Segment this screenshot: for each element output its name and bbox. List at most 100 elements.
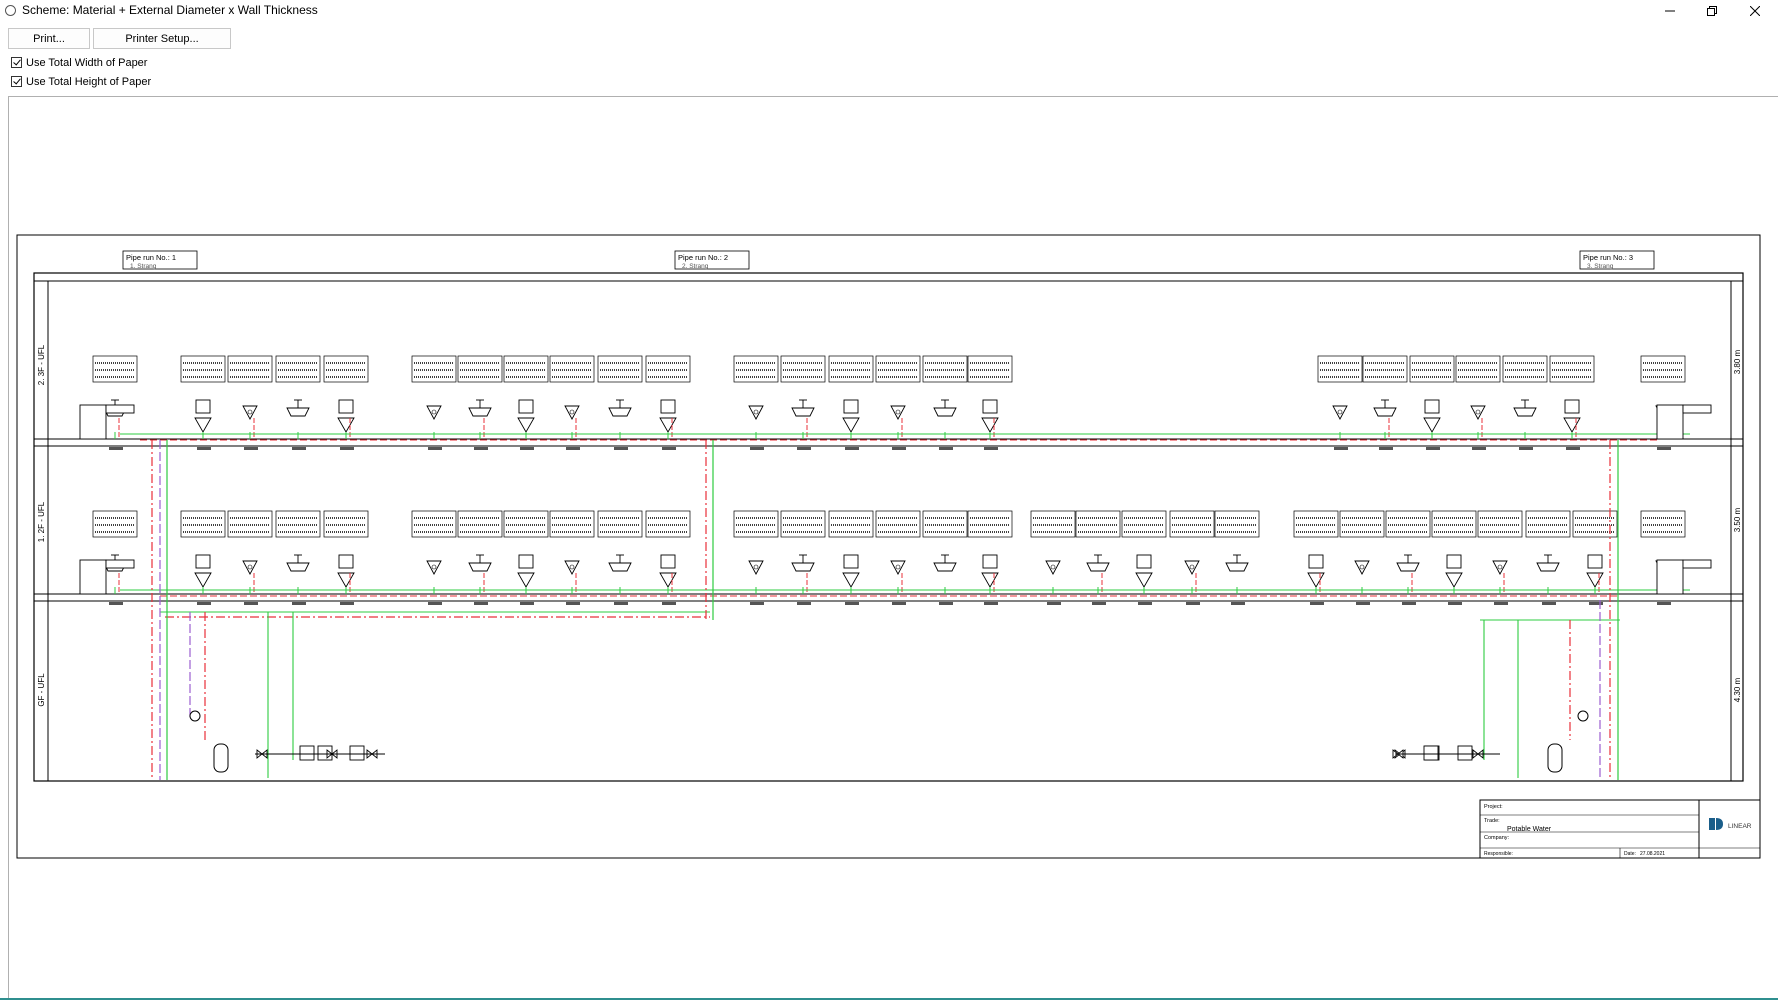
- fixture-info-box: [549, 355, 595, 383]
- pipe-size-label: [1310, 602, 1324, 605]
- sanitary-fixture-icon: [1373, 399, 1397, 417]
- fixture-group: [92, 355, 1686, 605]
- fixture-info-box: [780, 355, 826, 383]
- pipe-size-label: [1379, 447, 1393, 450]
- pipe-size-label: [1472, 447, 1486, 450]
- pipe-size-label: [1657, 602, 1671, 605]
- sanitary-fixture-icon: [286, 399, 310, 417]
- fixture-info-box: [645, 355, 691, 383]
- pipe-size-label: [797, 602, 811, 605]
- fixture-info-box: [828, 355, 874, 383]
- pipe-size-label: [614, 447, 628, 450]
- sanitary-fixture-icon: [748, 560, 764, 575]
- floor-slab: [33, 593, 1744, 602]
- pipe-size-label: [428, 602, 442, 605]
- pipe-size-label: [1519, 447, 1533, 450]
- fixture-info-box: [922, 355, 968, 383]
- fixture-info-box: [1455, 355, 1501, 383]
- floor-label: 1. 2F - UFL: [37, 501, 46, 542]
- pipe-size-label: [1231, 602, 1245, 605]
- fixture-info-box: [875, 510, 921, 538]
- pipe-size-label: [340, 602, 354, 605]
- pipe-size-label: [1092, 602, 1106, 605]
- svg-text:27.08.2021: 27.08.2021: [1640, 851, 1665, 857]
- fixture-info-box: [1549, 355, 1595, 383]
- pipe-size-label: [1657, 447, 1671, 450]
- pipe-size-label: [750, 602, 764, 605]
- svg-text:Responsible:: Responsible:: [1484, 851, 1513, 857]
- pipe-size-label: [292, 447, 306, 450]
- sanitary-fixture-icon: [791, 554, 815, 572]
- sanitary-fixture-icon: [1492, 560, 1508, 575]
- svg-text:Pipe run No.: 2: Pipe run No.: 2: [678, 253, 728, 262]
- appliance-icon: [1656, 404, 1684, 440]
- pipe-size-label: [244, 447, 258, 450]
- sanitary-fixture-icon: [468, 554, 492, 572]
- pipe-size-label: [1356, 602, 1370, 605]
- svg-text:1. Strang: 1. Strang: [130, 263, 157, 270]
- fixture-info-box: [1525, 510, 1571, 538]
- fixture-info-box: [1640, 355, 1686, 383]
- pipe-size-label: [428, 447, 442, 450]
- fixture-info-box: [323, 510, 369, 538]
- sanitary-fixture-icon: [426, 405, 442, 420]
- svg-text:LINEAR: LINEAR: [1728, 823, 1752, 830]
- pipe-size-label: [520, 447, 534, 450]
- fixture-info-box: [780, 510, 826, 538]
- fixture-info-box: [227, 355, 273, 383]
- fixture-info-box: [92, 355, 138, 383]
- fixture-info-box: [922, 510, 968, 538]
- sanitary-fixture-icon: [933, 554, 957, 572]
- sanitary-fixture-icon: [608, 554, 632, 572]
- fixture-info-box: [457, 510, 503, 538]
- water-meter-icon: [299, 745, 315, 761]
- sanitary-fixture-icon: [1332, 405, 1348, 420]
- pipe-size-label: [662, 447, 676, 450]
- fixture-info-box: [1121, 510, 1167, 538]
- sanitary-fixture-icon: [1307, 554, 1325, 588]
- fixture-info-box: [1169, 510, 1215, 538]
- riser-scheme-drawing: 2. 3F - UFL 1. 2F - UFL GF - UFL 3.80 m …: [16, 234, 1761, 859]
- sanitary-fixture-icon: [890, 405, 906, 420]
- svg-text:Date:: Date:: [1624, 851, 1636, 857]
- pipe-size-label: [1448, 602, 1462, 605]
- pipe-size-label: [474, 602, 488, 605]
- pipe-size-label: [1566, 447, 1580, 450]
- fixture-info-box: [875, 355, 921, 383]
- fixture-info-box: [1640, 510, 1686, 538]
- svg-text:Potable Water: Potable Water: [1507, 826, 1552, 833]
- floor-label: 2. 3F - UFL: [37, 344, 46, 385]
- water-meter-icon: [349, 745, 365, 761]
- sanitary-fixture-icon: [517, 554, 535, 588]
- water-heater-icon: [213, 743, 229, 773]
- title-block: Project: Trade: Potable Water Company: R…: [1479, 799, 1761, 859]
- pipe-size-label: [892, 447, 906, 450]
- pipe-size-label: [845, 447, 859, 450]
- sanitary-fixture-icon: [194, 554, 212, 588]
- sanitary-fixture-icon: [842, 399, 860, 433]
- pipe-size-label: [939, 447, 953, 450]
- fixture-info-box: [180, 510, 226, 538]
- fixture-info-box: [275, 355, 321, 383]
- pipe-size-label: [1138, 602, 1152, 605]
- sanitary-fixture-icon: [842, 554, 860, 588]
- pipe-size-label: [1589, 602, 1603, 605]
- appliance-icon: [79, 559, 107, 595]
- pipe-size-label: [1494, 602, 1508, 605]
- sanitary-fixture-icon: [981, 399, 999, 433]
- fixture-info-box: [828, 510, 874, 538]
- pipe-size-label: [1047, 602, 1061, 605]
- appliance-icon: [79, 404, 107, 440]
- fixture-info-box: [645, 510, 691, 538]
- fixture-info-box: [967, 510, 1013, 538]
- svg-text:2. Strang: 2. Strang: [682, 263, 709, 270]
- pipe-size-label: [662, 602, 676, 605]
- pipe-size-label: [292, 602, 306, 605]
- pipe-size-label: [197, 602, 211, 605]
- sanitary-fixture-icon: [659, 399, 677, 433]
- svg-text:Pipe run No.: 1: Pipe run No.: 1: [126, 253, 176, 262]
- pipe-network: [114, 418, 1690, 780]
- fixture-info-box: [597, 510, 643, 538]
- sanitary-fixture-icon: [1423, 399, 1441, 433]
- sanitary-fixture-icon: [659, 554, 677, 588]
